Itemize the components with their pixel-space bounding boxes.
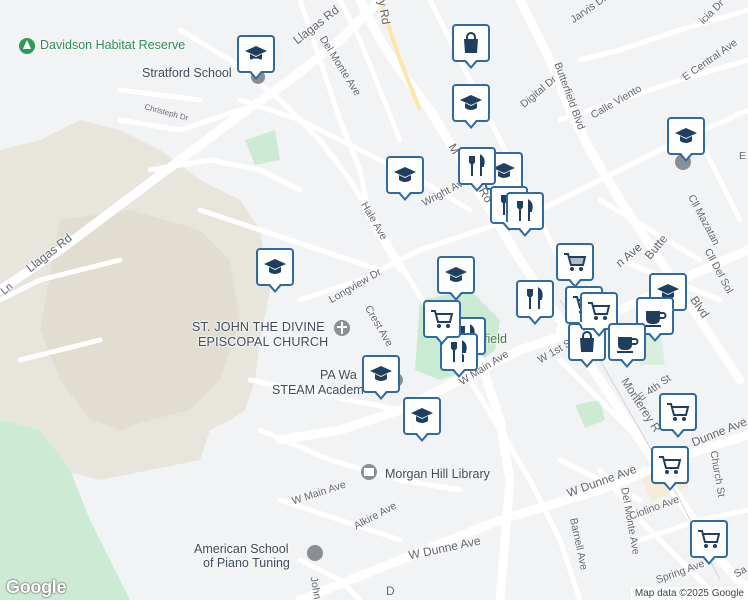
graduation-cap-icon: [264, 259, 286, 274]
shopping-cart-icon: [667, 403, 690, 421]
road-label-d: D: [386, 584, 395, 598]
graduation-cap-icon: [460, 95, 482, 110]
fork-knife-icon: [517, 198, 533, 221]
place-label-american-1[interactable]: American School: [194, 542, 289, 556]
school-pin[interactable]: [362, 355, 400, 400]
graduation-cap-icon: [411, 408, 433, 423]
place-label-st-john-2[interactable]: EPISCOPAL CHURCH: [198, 335, 328, 349]
place-label-pa-walsh-2[interactable]: STEAM Academ: [272, 383, 364, 397]
road-label-e-edge: E: [739, 150, 747, 162]
shopping-cart-icon: [659, 456, 682, 474]
grocery-pin[interactable]: [659, 393, 697, 438]
school-pin[interactable]: [386, 156, 424, 201]
fork-knife-icon: [469, 153, 485, 176]
school-pin[interactable]: [437, 256, 475, 301]
fork-knife-icon: [527, 286, 543, 309]
restaurant-pin[interactable]: [516, 280, 554, 325]
shopping-pin[interactable]: [452, 24, 490, 69]
place-label-pa-walsh-1[interactable]: PA Wa: [320, 368, 357, 382]
graduation-cap-icon: [245, 46, 267, 62]
coffee-cup-icon: [617, 337, 639, 353]
grocery-pin[interactable]: [556, 243, 594, 288]
school-pin[interactable]: [237, 35, 275, 80]
school-pin[interactable]: [403, 397, 441, 442]
grocery-pin[interactable]: [423, 300, 461, 345]
graduation-cap-icon: [394, 167, 416, 182]
place-label-american-2[interactable]: of Piano Tuning: [203, 556, 290, 570]
school-pin[interactable]: [452, 84, 490, 129]
place-label-library[interactable]: Morgan Hill Library: [385, 467, 490, 481]
shopping-cart-icon: [431, 310, 454, 328]
school-marker-icon-2: [307, 545, 323, 561]
graduation-cap-icon: [370, 366, 392, 381]
school-pin[interactable]: [667, 117, 705, 162]
shopping-bag-icon: [464, 32, 478, 53]
shopping-cart-icon: [564, 253, 587, 271]
grocery-pin[interactable]: [690, 520, 728, 565]
map-attribution[interactable]: Map data ©2025 Google: [630, 587, 748, 600]
grocery-pin[interactable]: [651, 446, 689, 491]
place-label-stratford[interactable]: Stratford School: [142, 66, 232, 80]
shopping-cart-icon: [588, 302, 611, 320]
graduation-cap-icon: [675, 128, 697, 143]
shopping-cart-icon: [698, 530, 721, 548]
place-label-davidson[interactable]: Davidson Habitat Reserve: [40, 38, 185, 52]
place-label-field: field: [484, 332, 507, 346]
google-logo: Google: [6, 577, 67, 597]
fork-knife-icon: [451, 339, 467, 362]
school-pin[interactable]: [256, 248, 294, 293]
cafe-pin[interactable]: [608, 323, 646, 368]
place-label-st-john-1[interactable]: ST. JOHN THE DIVINE: [192, 320, 325, 334]
restaurant-pin[interactable]: [458, 147, 496, 192]
graduation-cap-icon: [445, 267, 467, 282]
